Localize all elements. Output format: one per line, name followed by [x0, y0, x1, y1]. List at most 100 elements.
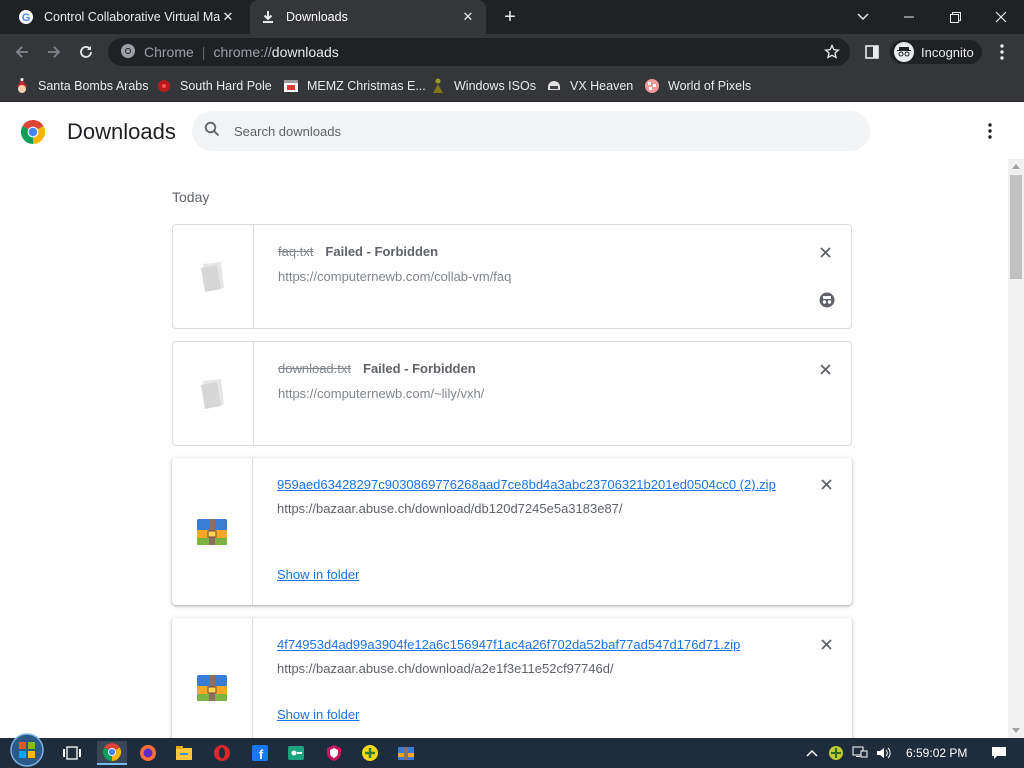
scroll-down-arrow-icon[interactable]: [1012, 728, 1020, 733]
toolbar: Chrome | chrome:// downloads: [0, 34, 1024, 70]
close-window-button[interactable]: [978, 0, 1024, 34]
bookmark-santa-bombs-arabs[interactable]: Santa Bombs Arabs: [14, 76, 148, 96]
incognito-badge[interactable]: Incognito: [890, 40, 982, 64]
restore-button[interactable]: [932, 0, 978, 34]
windows-taskbar: f 6:59:02 PM: [0, 733, 1024, 768]
clock[interactable]: 6:59:02 PM: [906, 746, 967, 760]
restore-icon: [949, 11, 961, 23]
bookmark-label: World of Pixels: [668, 79, 752, 93]
search-input[interactable]: [234, 123, 834, 139]
tab-search-button[interactable]: [840, 0, 886, 34]
chrome-menu-button[interactable]: [988, 38, 1016, 66]
figure-icon: [430, 78, 446, 94]
taskbar-firefox[interactable]: [133, 741, 163, 765]
network-icon[interactable]: [852, 746, 870, 760]
bookmark-world-of-pixels[interactable]: World of Pixels: [644, 76, 751, 96]
bookmark-windows-isos[interactable]: Windows ISOs: [430, 76, 536, 96]
tray-app-icon[interactable]: [828, 745, 846, 761]
file-name: faq.txt: [278, 244, 314, 259]
section-date: Today: [172, 189, 210, 205]
new-tab-button[interactable]: +: [498, 5, 522, 29]
remove-item-button[interactable]: [817, 361, 833, 377]
blank-file-icon: [201, 261, 224, 292]
tab-downloads[interactable]: Downloads ✕: [250, 0, 486, 34]
taskbar-facebook[interactable]: f: [245, 741, 275, 765]
reload-button[interactable]: [72, 38, 100, 66]
tab-title: Control Collaborative Virtual Ma: [44, 10, 220, 24]
download-item: 959aed63428297c9030869776268aad7ce8bd4a3…: [172, 458, 852, 605]
separator: |: [201, 44, 206, 60]
close-icon: [995, 11, 1007, 23]
source-url[interactable]: https://bazaar.abuse.ch/download/db120d7…: [277, 501, 782, 516]
show-hidden-icons-button[interactable]: [804, 749, 820, 757]
santa-icon: [14, 78, 30, 94]
start-button[interactable]: [8, 732, 46, 768]
back-button[interactable]: [8, 38, 36, 66]
tab-collabvm[interactable]: G Control Collaborative Virtual Ma ✕: [8, 0, 246, 34]
start-icon: [10, 733, 44, 767]
remove-item-button[interactable]: [817, 244, 833, 260]
volume-icon[interactable]: [876, 746, 894, 760]
downloads-header: Downloads: [0, 103, 1024, 159]
file-icon-column: [173, 225, 254, 328]
bookmark-star-icon[interactable]: [824, 43, 840, 63]
forward-button[interactable]: [40, 38, 68, 66]
search-icon: [204, 121, 220, 142]
search-box[interactable]: [192, 111, 870, 151]
show-in-folder-link[interactable]: Show in folder: [277, 707, 359, 722]
file-name-link[interactable]: 959aed63428297c9030869776268aad7ce8bd4a3…: [277, 475, 782, 495]
bookmark-memz-christmas[interactable]: MEMZ Christmas E...: [283, 76, 426, 96]
source-url[interactable]: https://computernewb.com/~lily/vxh/: [278, 386, 781, 401]
taskbar-green-app[interactable]: [281, 741, 311, 765]
site-label: Chrome: [144, 44, 194, 60]
close-tab-icon[interactable]: ✕: [460, 9, 476, 25]
show-in-folder-link[interactable]: Show in folder: [277, 567, 359, 582]
remove-item-button[interactable]: [818, 636, 834, 652]
source-url[interactable]: https://bazaar.abuse.ch/download/a2e1f3e…: [277, 661, 782, 676]
page-scrollbar[interactable]: [1008, 159, 1024, 738]
taskbar-shield-app[interactable]: [319, 741, 349, 765]
bookmark-label: Santa Bombs Arabs: [38, 79, 149, 93]
url-main: downloads: [271, 44, 339, 60]
file-name-link[interactable]: 4f74953d4ad99a3904fe12a6c156947f1ac4a26f…: [277, 635, 782, 655]
downloads-menu-button[interactable]: [978, 119, 1002, 143]
svg-text:G: G: [22, 12, 31, 24]
file-icon-column: [172, 458, 253, 605]
tab-title: Downloads: [286, 10, 348, 24]
remove-item-button[interactable]: [818, 476, 834, 492]
scroll-up-arrow-icon[interactable]: [1012, 164, 1020, 169]
taskbar-folder-app[interactable]: [391, 741, 421, 765]
zip-archive-icon: [197, 675, 227, 701]
incognito-label: Incognito: [921, 44, 974, 60]
download-status: Failed - Forbidden: [363, 361, 476, 376]
taskbar-yellow-plus[interactable]: [355, 741, 385, 765]
notifications-icon[interactable]: [991, 746, 1009, 760]
close-tab-icon[interactable]: ✕: [220, 9, 236, 25]
scrollbar-thumb[interactable]: [1010, 175, 1022, 279]
minimize-button[interactable]: [886, 0, 932, 34]
green-app-icon: [288, 746, 304, 760]
file-name: download.txt: [278, 361, 351, 376]
taskbar-opera[interactable]: [207, 741, 237, 765]
tab-strip: G Control Collaborative Virtual Ma ✕ Dow…: [0, 0, 1024, 34]
page-title: Downloads: [67, 119, 176, 144]
task-view-button[interactable]: [57, 741, 87, 765]
bug-icon: [156, 78, 172, 94]
bookmark-label: VX Heaven: [570, 79, 634, 93]
task-view-icon: [63, 746, 81, 760]
svg-text:f: f: [259, 747, 264, 762]
bookmark-label: Windows ISOs: [454, 79, 536, 93]
side-panel-button[interactable]: [858, 38, 886, 66]
bookmark-vx-heaven[interactable]: VX Heaven: [546, 76, 633, 96]
address-bar[interactable]: Chrome | chrome:// downloads: [108, 38, 850, 66]
source-url[interactable]: https://computernewb.com/collab-vm/faq: [278, 269, 781, 284]
forward-arrow-icon: [48, 46, 61, 58]
taskbar-chrome[interactable]: [97, 741, 127, 765]
facebook-icon: f: [252, 745, 268, 762]
bookmark-south-hard-pole[interactable]: South Hard Pole: [156, 76, 272, 96]
shield-app-icon: [327, 745, 341, 761]
helmet-icon: [546, 78, 562, 94]
file-icon-column: [172, 618, 253, 758]
chrome-logo-icon: [120, 43, 136, 62]
taskbar-file-explorer[interactable]: [169, 741, 199, 765]
